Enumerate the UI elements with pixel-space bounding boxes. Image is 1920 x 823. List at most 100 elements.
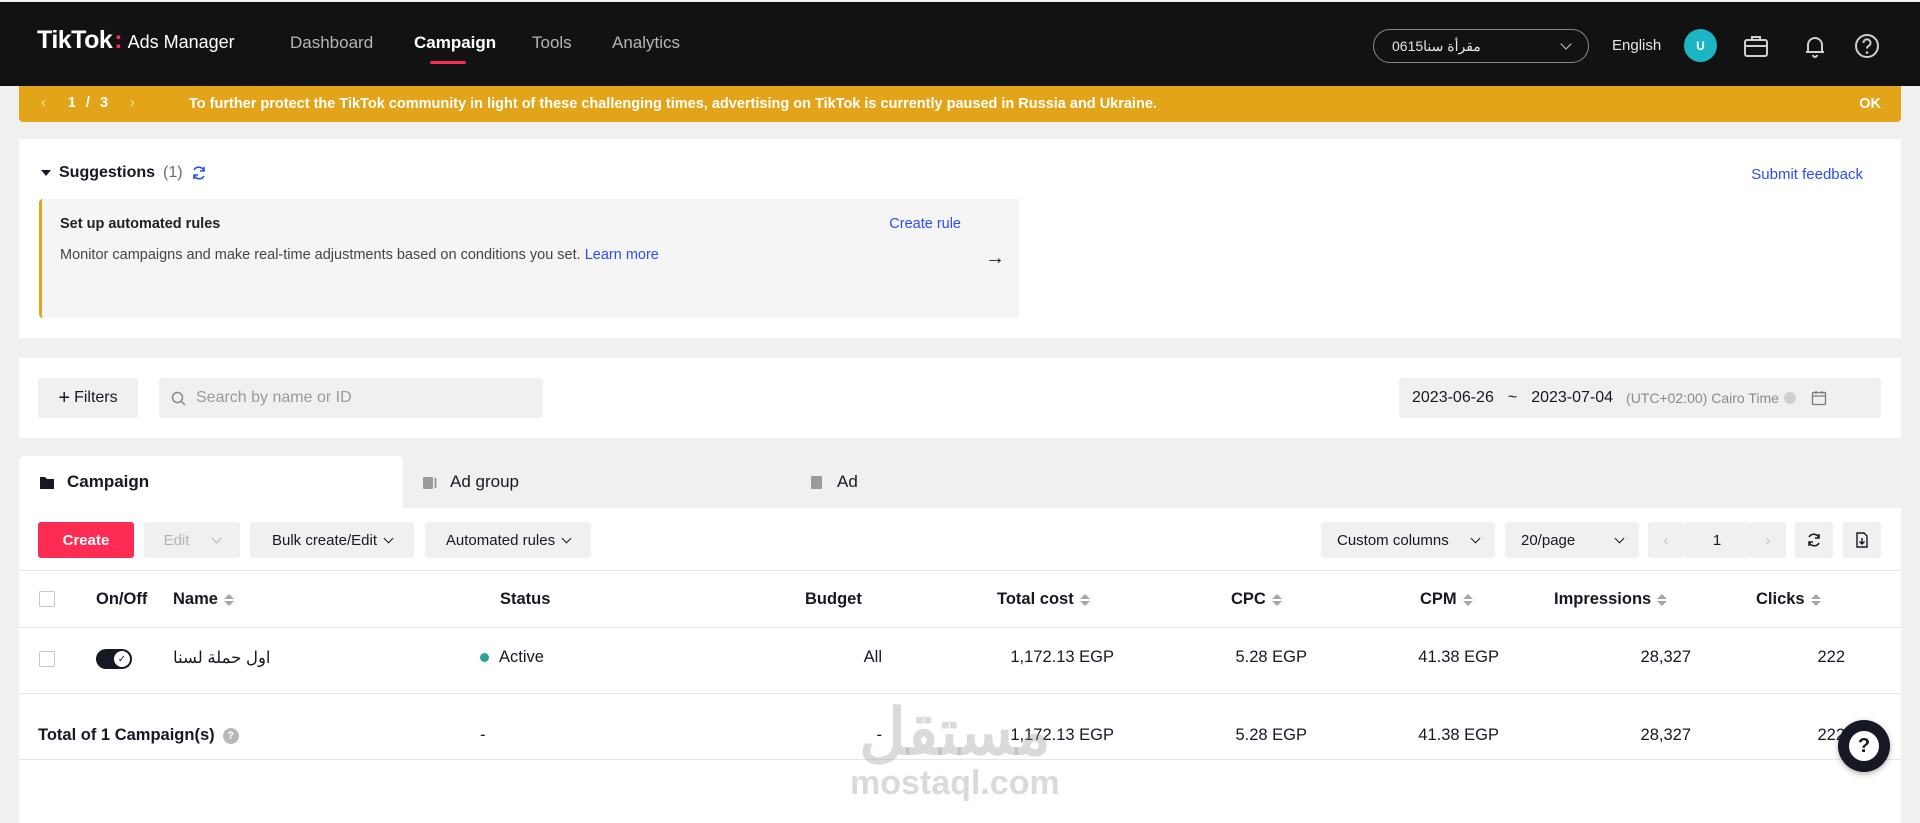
plus-icon: + xyxy=(58,387,71,409)
nav-campaign[interactable]: Campaign xyxy=(414,33,496,53)
sort-icon xyxy=(223,593,234,606)
ad-icon xyxy=(811,475,822,489)
edit-dropdown[interactable]: Edit xyxy=(144,522,240,558)
tab-campaign[interactable]: Campaign xyxy=(19,456,403,508)
page-size-select[interactable]: 20/page xyxy=(1505,522,1639,558)
refresh-icon[interactable] xyxy=(191,165,207,181)
logo-colon: : xyxy=(114,26,123,54)
bulk-create-edit-dropdown[interactable]: Bulk create/Edit xyxy=(250,522,414,558)
select-all-checkbox[interactable] xyxy=(39,591,55,607)
entity-tabs: Campaign Ad group Ad xyxy=(19,456,1901,508)
table-header-row: On/Off Name Status Budget Total cost CPC… xyxy=(19,570,1901,628)
row-checkbox[interactable] xyxy=(39,651,55,667)
automated-rules-suggestion-card: Set up automated rules Create rule Monit… xyxy=(39,199,979,318)
nav-tools[interactable]: Tools xyxy=(532,33,572,53)
edit-label: Edit xyxy=(163,531,190,549)
column-name-label: Name xyxy=(173,590,218,608)
sort-icon xyxy=(1079,593,1090,606)
briefcase-icon[interactable] xyxy=(1742,32,1770,60)
learn-more-link[interactable]: Learn more xyxy=(585,247,659,263)
total-impressions: 28,327 xyxy=(1640,726,1691,744)
banner-next-arrow[interactable]: › xyxy=(130,95,135,111)
column-clicks[interactable]: Clicks xyxy=(1756,590,1821,609)
search-placeholder: Search by name or ID xyxy=(196,389,352,406)
create-rule-link[interactable]: Create rule xyxy=(889,216,961,232)
column-name[interactable]: Name xyxy=(173,590,234,609)
help-chat-button[interactable]: ? xyxy=(1838,720,1890,772)
avatar[interactable]: U xyxy=(1684,29,1717,62)
search-input[interactable]: Search by name or ID xyxy=(159,378,543,418)
table-row[interactable]: ✓ اول حملة لسنا Active All 1,172.13 EGP … xyxy=(19,628,1901,694)
bell-icon[interactable] xyxy=(1801,32,1829,60)
column-cpc[interactable]: CPC xyxy=(1231,590,1282,609)
create-button[interactable]: Create xyxy=(38,522,134,558)
campaign-cpm: 41.38 EGP xyxy=(1418,648,1499,666)
banner-page-total: 3 xyxy=(99,95,109,111)
tab-ad-label: Ad xyxy=(837,472,858,491)
date-range-picker[interactable]: 2023-06-26 ~ 2023-07-04 (UTC+02:00) Cair… xyxy=(1399,378,1881,418)
logo-brand: TikTok xyxy=(37,26,113,54)
chevron-down-icon xyxy=(383,533,394,543)
tab-ad-group-label: Ad group xyxy=(450,472,519,491)
column-total-cost[interactable]: Total cost xyxy=(997,590,1090,609)
logo-product: Ads Manager xyxy=(127,32,235,52)
page-number-input[interactable]: 1 xyxy=(1684,522,1750,558)
chevron-down-icon xyxy=(561,533,572,543)
download-file-icon xyxy=(1856,532,1868,548)
suggestions-header[interactable]: Suggestions (1) xyxy=(41,164,207,182)
suggestion-desc-text: Monitor campaigns and make real-time adj… xyxy=(60,247,581,263)
nav-dashboard[interactable]: Dashboard xyxy=(290,33,373,53)
date-start: 2023-06-26 xyxy=(1412,389,1494,406)
filters-button[interactable]: + Filters xyxy=(38,378,138,418)
campaign-total-cost: 1,172.13 EGP xyxy=(1010,648,1114,666)
column-on-off: On/Off xyxy=(96,590,148,608)
language-switcher[interactable]: English xyxy=(1612,37,1661,54)
custom-columns-dropdown[interactable]: Custom columns xyxy=(1321,522,1495,558)
campaign-name[interactable]: اول حملة لسنا xyxy=(173,648,271,668)
total-cpm: 41.38 EGP xyxy=(1418,726,1499,744)
tab-ad[interactable]: Ad xyxy=(809,456,1009,508)
prev-page-button[interactable]: ‹ xyxy=(1648,522,1684,558)
next-page-button[interactable]: › xyxy=(1750,522,1786,558)
account-selector[interactable]: مقرأة سنا0615 xyxy=(1373,29,1589,63)
watermark-arabic: مستقل xyxy=(859,696,1051,768)
tab-ad-group[interactable]: Ad group xyxy=(422,456,722,508)
suggestions-count: (1) xyxy=(163,164,183,181)
campaign-status: Active xyxy=(480,648,544,667)
nav-analytics[interactable]: Analytics xyxy=(612,33,680,53)
column-impressions-label: Impressions xyxy=(1554,590,1652,608)
column-clicks-label: Clicks xyxy=(1756,590,1805,608)
campaign-clicks: 222 xyxy=(1817,648,1845,666)
campaign-cpc: 5.28 EGP xyxy=(1235,648,1307,666)
help-circle-icon[interactable] xyxy=(1853,32,1881,60)
campaign-on-off-toggle[interactable]: ✓ xyxy=(96,649,132,669)
question-icon[interactable]: ? xyxy=(222,727,239,744)
automated-rules-dropdown[interactable]: Automated rules xyxy=(425,522,591,558)
chevron-down-icon xyxy=(1470,533,1481,543)
banner-prev-arrow[interactable]: ‹ xyxy=(41,95,46,111)
ad-group-icon xyxy=(423,476,437,489)
arrow-right-icon: → xyxy=(985,247,1005,269)
total-cpc: 5.28 EGP xyxy=(1235,726,1307,744)
check-icon: ✓ xyxy=(114,651,130,667)
filters-label: Filters xyxy=(74,389,118,406)
refresh-icon xyxy=(1808,533,1820,547)
export-button[interactable] xyxy=(1843,522,1881,558)
question-icon: ? xyxy=(1849,731,1879,761)
active-nav-underline xyxy=(430,61,466,64)
refresh-table-button[interactable] xyxy=(1795,522,1833,558)
column-status: Status xyxy=(500,590,551,608)
submit-feedback-link[interactable]: Submit feedback xyxy=(1751,166,1863,183)
suggestion-card-title: Set up automated rules xyxy=(60,216,221,232)
chevron-down-icon xyxy=(1614,533,1625,543)
timezone-label: (UTC+02:00) Cairo Time xyxy=(1626,390,1779,406)
filters-bar: + Filters Search by name or ID 2023-06-2… xyxy=(19,358,1901,438)
next-suggestion-button[interactable]: → xyxy=(971,199,1019,318)
banner-ok-button[interactable]: OK xyxy=(1859,96,1881,112)
chevron-right-icon: › xyxy=(1765,531,1771,549)
tiktok-ads-manager-logo[interactable]: TikTok: Ads Manager xyxy=(37,26,235,55)
column-cpm[interactable]: CPM xyxy=(1420,590,1473,609)
column-total-cost-label: Total cost xyxy=(997,590,1074,608)
column-impressions[interactable]: Impressions xyxy=(1554,590,1668,609)
campaign-impressions: 28,327 xyxy=(1640,648,1691,666)
